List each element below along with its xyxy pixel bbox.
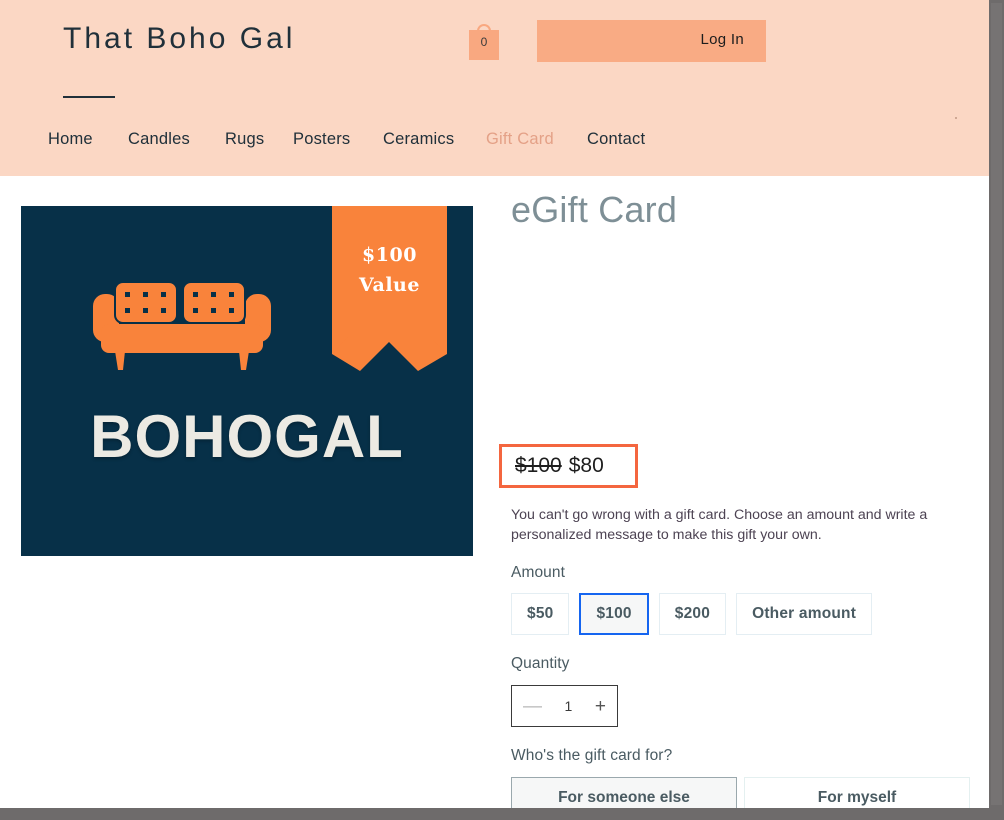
horizontal-scrollbar[interactable] (0, 808, 1004, 820)
scrollbar-corner (989, 808, 1004, 820)
product-description: You can't go wrong with a gift card. Cho… (511, 507, 928, 543)
page-title: eGift Card (511, 189, 678, 230)
amount-option-200[interactable]: $200 (658, 593, 727, 635)
recipient-type-myself[interactable]: For myself (744, 777, 970, 808)
quantity-increment-icon[interactable]: + (595, 697, 606, 716)
price-original: $100 (515, 454, 562, 477)
nav-item-rugs[interactable]: Rugs (225, 130, 264, 149)
nav-item-posters[interactable]: Posters (293, 130, 350, 149)
nav-item-gift-card[interactable]: Gift Card (486, 130, 554, 149)
ribbon-label: $100 Value (332, 240, 447, 300)
amount-option-50[interactable]: $50 (511, 593, 570, 635)
browser-viewport: That Boho Gal 0 Log In Home Candles Rugs… (0, 0, 1004, 820)
ribbon-line-2: Value (359, 274, 420, 296)
vertical-scrollbar-thumb[interactable] (991, 3, 1002, 805)
quantity-label: Quantity (511, 655, 570, 672)
recipient-type-options: For someone else For myself (511, 777, 970, 808)
site-title: That Boho Gal (63, 22, 296, 55)
brandmark-text: BOHOGAL (90, 403, 404, 470)
amount-label: Amount (511, 564, 566, 581)
title-divider (63, 96, 115, 98)
nav-item-ceramics[interactable]: Ceramics (383, 130, 454, 149)
nav-item-candles[interactable]: Candles (128, 130, 190, 149)
sofa-icon (93, 281, 271, 370)
quantity-decrement-icon[interactable]: — (523, 697, 542, 716)
quantity-value[interactable]: 1 (565, 698, 573, 714)
cart-button[interactable]: 0 (469, 22, 499, 60)
log-in-label: Log In (700, 31, 744, 48)
product-page-content: $100 Value BOHOGAL eGift Card $100 $80 Y… (0, 176, 989, 808)
price-block: $100 $80 (499, 444, 638, 488)
nav-item-home[interactable]: Home (48, 130, 93, 149)
ribbon-line-1: $100 (362, 244, 417, 266)
cart-count-badge: 0 (480, 35, 488, 49)
quantity-stepper: — 1 + (511, 685, 618, 727)
site-header: That Boho Gal 0 Log In Home Candles Rugs… (0, 0, 989, 176)
page-root: That Boho Gal 0 Log In Home Candles Rugs… (0, 0, 989, 808)
log-in-button[interactable]: Log In (537, 20, 766, 62)
amount-option-100[interactable]: $100 (579, 593, 649, 635)
header-speck (955, 117, 957, 119)
amount-options: $50 $100 $200 Other amount (511, 593, 873, 635)
vertical-scrollbar[interactable] (989, 0, 1004, 808)
nav-item-contact[interactable]: Contact (587, 130, 645, 149)
value-ribbon: $100 Value (332, 206, 447, 371)
recipient-type-someone-else[interactable]: For someone else (511, 777, 737, 808)
ribbon-notch-icon (332, 336, 447, 371)
recipient-type-label: Who's the gift card for? (511, 747, 673, 764)
gift-card-image[interactable]: $100 Value BOHOGAL (21, 206, 473, 556)
amount-option-other[interactable]: Other amount (736, 593, 873, 635)
price-current: $80 (568, 454, 604, 477)
